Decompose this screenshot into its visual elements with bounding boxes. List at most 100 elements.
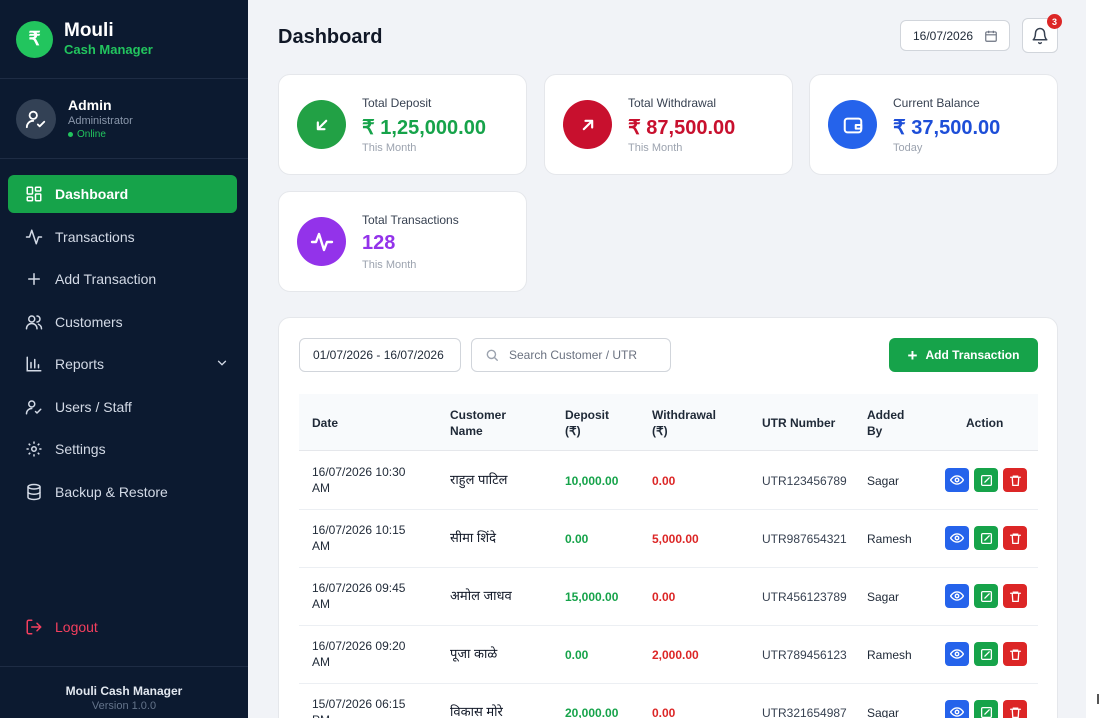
- database-icon: [24, 482, 44, 502]
- brand-name: Mouli: [64, 20, 114, 41]
- sidebar-item-add-transaction[interactable]: Add Transaction: [8, 260, 237, 298]
- row-actions: [945, 642, 1027, 666]
- delete-button[interactable]: [1003, 526, 1027, 550]
- cell-withdrawal: 0.00: [652, 706, 676, 718]
- plus-icon: [24, 269, 44, 289]
- table-row[interactable]: 16/07/2026 10:15 AM सीमा शिंदे 0.00 5,00…: [299, 510, 1038, 568]
- column-header-customer[interactable]: Customer Name: [450, 407, 530, 439]
- edit-button[interactable]: [974, 700, 998, 718]
- footer-app-name: Mouli Cash Manager: [65, 684, 183, 698]
- eye-icon: [950, 649, 964, 659]
- view-button[interactable]: [945, 642, 969, 666]
- cell-added-by: Ramesh: [867, 532, 912, 546]
- cell-added-by: Sagar: [867, 474, 900, 488]
- table-row[interactable]: 16/07/2026 10:30 AM राहुल पाटिल 10,000.0…: [299, 452, 1038, 510]
- cell-utr: UTR123456789: [762, 474, 847, 488]
- add-transaction-button[interactable]: + Add Transaction: [889, 338, 1038, 372]
- sidebar-item-settings[interactable]: Settings: [8, 430, 237, 468]
- user-status: Online: [68, 128, 133, 141]
- delete-button[interactable]: [1003, 584, 1027, 608]
- cell-deposit: 20,000.00: [565, 706, 619, 718]
- cell-customer: विकास मोरे: [450, 704, 503, 718]
- search-input[interactable]: Search Customer / UTR: [471, 338, 671, 372]
- stat-period: This Month: [362, 259, 417, 271]
- table-row[interactable]: 16/07/2026 09:45 AM अमोल जाधव 15,000.00 …: [299, 568, 1038, 626]
- column-header-withdrawal[interactable]: Withdrawal (₹): [652, 407, 732, 439]
- arrow-down-left-icon: [297, 100, 346, 149]
- table-row[interactable]: 15/07/2026 06:15 PM विकास मोरे 20,000.00…: [299, 684, 1038, 718]
- transactions-panel: 01/07/2026 - 16/07/2026 Search Customer …: [278, 317, 1058, 718]
- cell-withdrawal: 2,000.00: [652, 648, 699, 662]
- view-button[interactable]: [945, 526, 969, 550]
- view-button[interactable]: [945, 584, 969, 608]
- view-button[interactable]: [945, 700, 969, 718]
- date-range-value: 01/07/2026 - 16/07/2026: [313, 348, 444, 362]
- sidebar-item-label: Dashboard: [55, 186, 129, 202]
- cell-date: 16/07/2026 09:45 AM: [312, 581, 406, 611]
- cell-added-by: Ramesh: [867, 648, 912, 662]
- table-row[interactable]: 16/07/2026 09:20 AM पूजा काळे 0.00 2,000…: [299, 626, 1038, 684]
- trash-icon: [1009, 707, 1021, 718]
- scrollbar-track[interactable]: [1086, 0, 1100, 718]
- sidebar-item-reports[interactable]: Reports: [8, 345, 237, 383]
- cell-customer: राहुल पाटिल: [450, 472, 508, 487]
- column-header-date[interactable]: Date: [312, 415, 338, 431]
- bell-icon: [1031, 27, 1049, 45]
- brand-subtitle: Cash Manager: [64, 42, 153, 57]
- date-picker[interactable]: 16/07/2026: [900, 20, 1010, 51]
- trash-icon: [1009, 649, 1021, 660]
- view-button[interactable]: [945, 468, 969, 492]
- edit-button[interactable]: [974, 468, 998, 492]
- stat-card-total-deposit: Total Deposit ₹ 1,25,000.00 This Month: [278, 74, 527, 175]
- stat-label: Total Withdrawal: [628, 96, 717, 110]
- cell-customer: अमोल जाधव: [450, 588, 512, 603]
- cell-date: 16/07/2026 10:30 AM: [312, 465, 406, 495]
- notification-badge: 3: [1047, 14, 1062, 29]
- cell-utr: UTR456123789: [762, 590, 847, 604]
- cell-utr: UTR987654321: [762, 532, 847, 546]
- logout-button[interactable]: Logout: [24, 617, 98, 637]
- edit-button[interactable]: [974, 584, 998, 608]
- sidebar-nav: Dashboard Transactions Add Transaction C…: [0, 175, 248, 515]
- sidebar-item-customers[interactable]: Customers: [8, 303, 237, 341]
- scrollbar-thumb[interactable]: [1097, 694, 1099, 704]
- sidebar-item-dashboard[interactable]: Dashboard: [8, 175, 237, 213]
- sidebar-item-label: Customers: [55, 313, 123, 330]
- stat-period: This Month: [628, 142, 683, 154]
- arrow-up-right-icon: [563, 100, 612, 149]
- column-header-deposit[interactable]: Deposit (₹): [565, 407, 625, 439]
- edit-button[interactable]: [974, 642, 998, 666]
- user-role: Administrator: [68, 114, 133, 127]
- stat-label: Current Balance: [893, 96, 980, 110]
- delete-button[interactable]: [1003, 642, 1027, 666]
- sidebar-item-users-staff[interactable]: Users / Staff: [8, 388, 237, 426]
- cell-utr: UTR789456123: [762, 648, 847, 662]
- sidebar-item-label: Backup & Restore: [55, 483, 168, 500]
- column-header-utr[interactable]: UTR Number: [762, 415, 835, 431]
- sidebar-item-backup-restore[interactable]: Backup & Restore: [8, 473, 237, 511]
- trash-icon: [1009, 591, 1021, 602]
- edit-icon: [980, 648, 992, 660]
- pulse-icon: [297, 217, 346, 266]
- date-picker-value: 16/07/2026: [913, 28, 974, 43]
- chevron-down-icon[interactable]: [215, 356, 229, 373]
- row-actions: [945, 526, 1027, 550]
- delete-button[interactable]: [1003, 468, 1027, 492]
- edit-icon: [980, 474, 992, 486]
- delete-button[interactable]: [1003, 700, 1027, 718]
- date-range-input[interactable]: 01/07/2026 - 16/07/2026: [299, 338, 461, 372]
- sidebar-item-label: Add Transaction: [55, 271, 157, 287]
- trash-icon: [1009, 475, 1021, 486]
- cell-deposit: 15,000.00: [565, 590, 619, 604]
- plus-icon: +: [907, 345, 918, 365]
- sidebar-footer: Mouli Cash Manager Version 1.0.0: [0, 684, 248, 714]
- logout-icon: [24, 617, 44, 637]
- edit-button[interactable]: [974, 526, 998, 550]
- logout-label: Logout: [55, 619, 98, 635]
- column-header-added-by[interactable]: Added By: [867, 407, 919, 439]
- user-name: Admin: [68, 96, 112, 113]
- stat-label: Total Deposit: [362, 96, 432, 110]
- sidebar-item-transactions[interactable]: Transactions: [8, 218, 237, 256]
- sidebar-item-label: Reports: [55, 356, 105, 372]
- user-check-icon: [24, 397, 44, 417]
